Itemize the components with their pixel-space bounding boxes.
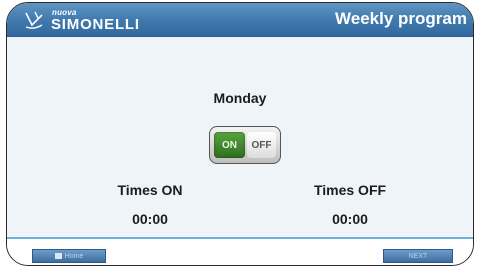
display-screen: nuova SIMONELLI Weekly program Monday ON… xyxy=(6,2,474,266)
header-bar: nuova SIMONELLI Weekly program xyxy=(7,3,473,37)
brand-mark-icon xyxy=(25,11,43,29)
brand-logo: nuova SIMONELLI xyxy=(23,7,140,33)
program-panel: Monday ON OFF Times ON Times OFF 00:00 0… xyxy=(7,37,473,237)
home-button[interactable]: Home xyxy=(32,249,106,263)
times-off-label: Times OFF xyxy=(313,182,387,198)
page-title: Weekly program xyxy=(335,9,467,28)
day-label[interactable]: Monday xyxy=(7,90,473,106)
footer-bar: Home NEXT xyxy=(7,239,473,265)
times-on-value[interactable]: 00:00 xyxy=(90,211,210,227)
on-off-toggle[interactable]: ON OFF xyxy=(209,126,281,164)
home-icon xyxy=(54,253,62,259)
next-button[interactable]: NEXT xyxy=(383,249,453,263)
toggle-off-option[interactable]: OFF xyxy=(246,132,276,158)
times-on-label: Times ON xyxy=(117,182,183,198)
toggle-on-option[interactable]: ON xyxy=(214,132,245,158)
home-button-label: Home xyxy=(64,252,84,260)
next-button-label: NEXT xyxy=(408,252,428,260)
brand-name-text: SIMONELLI xyxy=(51,15,140,33)
times-off-value[interactable]: 00:00 xyxy=(290,211,410,227)
